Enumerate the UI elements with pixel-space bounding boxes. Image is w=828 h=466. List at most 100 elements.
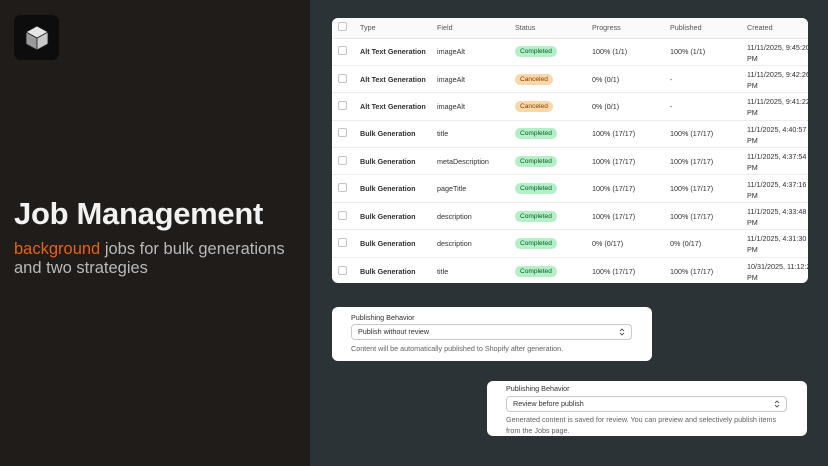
row-checkbox[interactable] xyxy=(338,265,347,275)
row-select-cell xyxy=(332,65,360,94)
row-created: 11/1/2025, 4:40:57 PM xyxy=(747,120,808,149)
row-progress: 100% (17/17) xyxy=(592,202,670,231)
table-row[interactable]: Bulk Generation description Completed 10… xyxy=(332,202,808,231)
row-created-ampm: PM xyxy=(747,108,758,118)
row-created-ampm: PM xyxy=(747,163,758,173)
row-checkbox[interactable] xyxy=(338,155,347,165)
table-row[interactable]: Bulk Generation title Completed 100% (17… xyxy=(332,257,808,283)
publishing-behavior-help: Content will be automatically published … xyxy=(351,344,564,353)
row-created-ampm: PM xyxy=(747,190,758,200)
table-row[interactable]: Alt Text Generation imageAlt Completed 1… xyxy=(332,38,808,66)
row-created-date: 11/11/2025, 9:41:22 xyxy=(747,97,808,107)
row-created: 11/1/2025, 4:37:54 PM xyxy=(747,147,808,176)
row-type: Bulk Generation xyxy=(360,229,437,258)
row-progress: 100% (17/17) xyxy=(592,266,636,276)
header-progress[interactable]: Progress xyxy=(592,18,670,39)
row-published: 100% (17/17) xyxy=(670,120,747,149)
row-field: imageAlt xyxy=(437,38,515,66)
row-checkbox[interactable] xyxy=(338,73,347,83)
publishing-behavior-help: Generated content is saved for review. Y… xyxy=(506,415,777,435)
publishing-behavior-value: Publish without review xyxy=(358,327,430,336)
row-field: pageTitle xyxy=(437,174,515,203)
row-progress: 100% (17/17) xyxy=(592,120,670,149)
table-row[interactable]: Alt Text Generation imageAlt Canceled 0%… xyxy=(332,92,808,121)
app-logo xyxy=(14,15,59,60)
row-type: Bulk Generation xyxy=(360,147,437,176)
table-row[interactable]: Bulk Generation title Completed 100% (17… xyxy=(332,120,808,149)
row-created: 11/1/2025, 4:31:30 PM xyxy=(747,229,808,258)
row-status-cell: Canceled xyxy=(515,65,592,94)
row-checkbox[interactable] xyxy=(338,183,347,193)
row-created: 11/11/2025, 9:41:22 PM xyxy=(747,92,808,121)
row-checkbox[interactable] xyxy=(338,46,347,56)
row-status-cell: Completed xyxy=(515,174,592,203)
row-checkbox[interactable] xyxy=(338,210,347,220)
row-status-cell: Completed xyxy=(515,202,592,231)
row-published: - xyxy=(670,92,747,121)
row-select-cell xyxy=(332,38,360,66)
row-progress: 0% (0/1) xyxy=(592,65,670,94)
row-status-cell: Completed xyxy=(515,120,592,149)
row-created: 11/1/2025, 4:33:48 PM xyxy=(747,202,808,231)
select-all-cell xyxy=(332,18,360,39)
row-select-cell xyxy=(332,229,360,258)
row-created-date: 11/1/2025, 4:40:57 xyxy=(747,124,807,134)
header-created[interactable]: Created xyxy=(747,18,808,39)
header-status[interactable]: Status xyxy=(515,18,592,39)
publishing-behavior-label: Publishing Behavior xyxy=(351,313,415,322)
row-status-cell: Completed xyxy=(515,229,592,258)
row-type: Alt Text Generation xyxy=(360,38,437,66)
header-type[interactable]: Type xyxy=(360,18,437,39)
hero-subtitle: background jobs for bulk generations and… xyxy=(14,240,304,278)
row-progress: 100% (17/17) xyxy=(592,174,670,203)
row-created-date: 11/11/2025, 9:42:26 xyxy=(747,70,808,80)
row-field: title xyxy=(437,266,449,276)
select-all-checkbox[interactable] xyxy=(338,22,347,32)
chevron-up-down-icon xyxy=(774,400,780,408)
status-badge: Completed xyxy=(515,210,557,222)
row-field: metaDescription xyxy=(437,147,515,176)
row-progress: 100% (17/17) xyxy=(592,147,670,176)
row-published: 100% (17/17) xyxy=(670,202,747,231)
row-field: description xyxy=(437,229,515,258)
left-panel: Job Management background jobs for bulk … xyxy=(0,0,310,466)
row-published: 100% (17/17) xyxy=(670,174,747,203)
row-select-cell xyxy=(332,202,360,231)
row-created: 11/1/2025, 4:37:16 PM xyxy=(747,174,808,203)
row-type: Alt Text Generation xyxy=(360,92,437,121)
table-row[interactable]: Bulk Generation pageTitle Completed 100%… xyxy=(332,174,808,203)
row-select-cell xyxy=(332,174,360,203)
row-created-ampm: PM xyxy=(747,81,758,91)
status-badge: Canceled xyxy=(515,73,553,85)
chevron-up-down-icon xyxy=(619,328,625,336)
row-published: - xyxy=(670,65,747,94)
publishing-behavior-card-review: Publishing Behavior Review before publis… xyxy=(487,381,807,436)
row-field: imageAlt xyxy=(437,65,515,94)
table-row[interactable]: Alt Text Generation imageAlt Canceled 0%… xyxy=(332,65,808,94)
row-created-ampm: PM xyxy=(747,273,758,283)
row-checkbox[interactable] xyxy=(338,100,347,110)
row-progress: 100% (1/1) xyxy=(592,38,670,66)
row-created: 10/31/2025, 11:12:2 PM xyxy=(747,257,808,283)
row-published: 100% (17/17) xyxy=(670,147,747,176)
row-created-date: 11/1/2025, 4:31:30 xyxy=(747,234,807,244)
row-checkbox[interactable] xyxy=(338,237,347,247)
row-type: Bulk Generation xyxy=(360,266,416,276)
header-field[interactable]: Field xyxy=(437,18,515,39)
row-published: 0% (0/17) xyxy=(670,229,747,258)
row-created-date: 11/11/2025, 9:45:20 xyxy=(747,42,808,52)
status-badge: Canceled xyxy=(515,100,553,112)
table-header-row: Type Field Status Progress Published Cre… xyxy=(332,18,808,39)
table-row[interactable]: Bulk Generation description Completed 0%… xyxy=(332,229,808,258)
publishing-behavior-select[interactable]: Publish without review xyxy=(351,324,632,340)
row-checkbox[interactable] xyxy=(338,128,347,138)
table-row[interactable]: Bulk Generation metaDescription Complete… xyxy=(332,147,808,176)
publishing-behavior-select[interactable]: Review before publish xyxy=(506,396,787,412)
row-select-cell xyxy=(332,257,360,283)
row-select-cell xyxy=(332,92,360,121)
row-field: title xyxy=(437,120,515,149)
row-field: description xyxy=(437,202,515,231)
status-badge: Completed xyxy=(515,46,557,58)
row-type: Bulk Generation xyxy=(360,120,437,149)
header-published[interactable]: Published xyxy=(670,18,747,39)
